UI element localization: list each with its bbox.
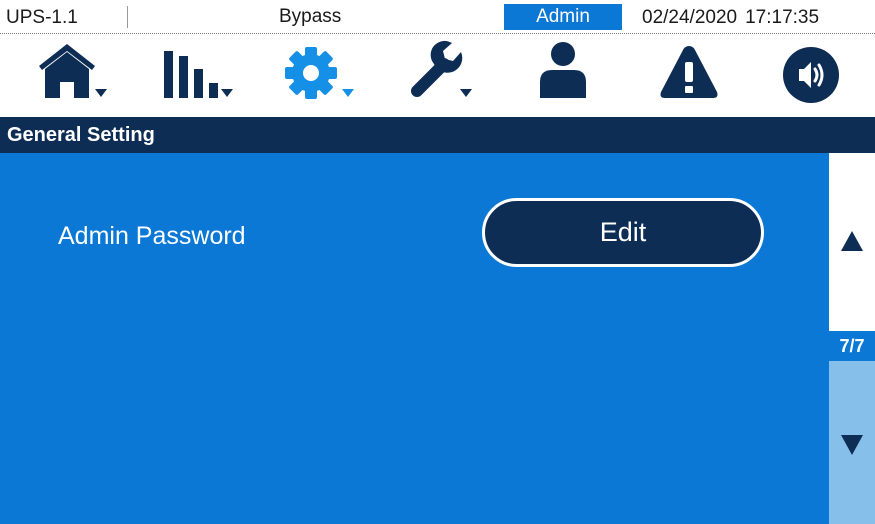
user-level-badge: Admin <box>504 4 622 30</box>
measurements-menu-button[interactable] <box>160 40 240 116</box>
scroll-down-button[interactable] <box>829 361 875 524</box>
page-indicator: 7/7 <box>829 331 875 361</box>
status-separator <box>127 6 128 28</box>
status-divider <box>0 33 875 34</box>
time-text: 17:17:35 <box>745 7 820 28</box>
operating-mode: Bypass <box>279 6 342 27</box>
user-login-button[interactable] <box>540 40 620 116</box>
home-menu-button[interactable] <box>38 40 118 116</box>
status-bar: UPS-1.1 Bypass Admin 02/24/2020 17:17:35 <box>0 0 875 34</box>
alarm-warning-icon <box>660 46 718 98</box>
scroll-up-button[interactable] <box>829 153 875 331</box>
page-scrollbar: 7/7 <box>829 153 875 524</box>
device-name: UPS-1.1 <box>6 7 78 28</box>
settings-menu-button[interactable] <box>282 40 362 116</box>
user-icon <box>540 42 586 98</box>
section-title: General Setting <box>0 117 875 153</box>
measurements-icon <box>164 51 233 98</box>
sound-button[interactable] <box>782 40 862 116</box>
speaker-icon <box>783 47 839 103</box>
arrow-up-icon <box>841 231 863 251</box>
alarm-button[interactable] <box>658 40 738 116</box>
settings-panel: Admin Password Edit <box>0 153 829 524</box>
tools-menu-button[interactable] <box>408 40 488 116</box>
date-text: 02/24/2020 <box>642 7 738 28</box>
wrench-icon <box>411 40 472 97</box>
arrow-down-icon <box>841 435 863 455</box>
main-toolbar <box>0 40 875 116</box>
settings-gear-icon <box>285 47 354 99</box>
admin-password-label: Admin Password <box>58 222 246 250</box>
edit-password-button[interactable]: Edit <box>482 198 764 267</box>
date-time: 02/24/2020 17:17:35 <box>642 7 827 29</box>
home-icon <box>39 44 107 98</box>
